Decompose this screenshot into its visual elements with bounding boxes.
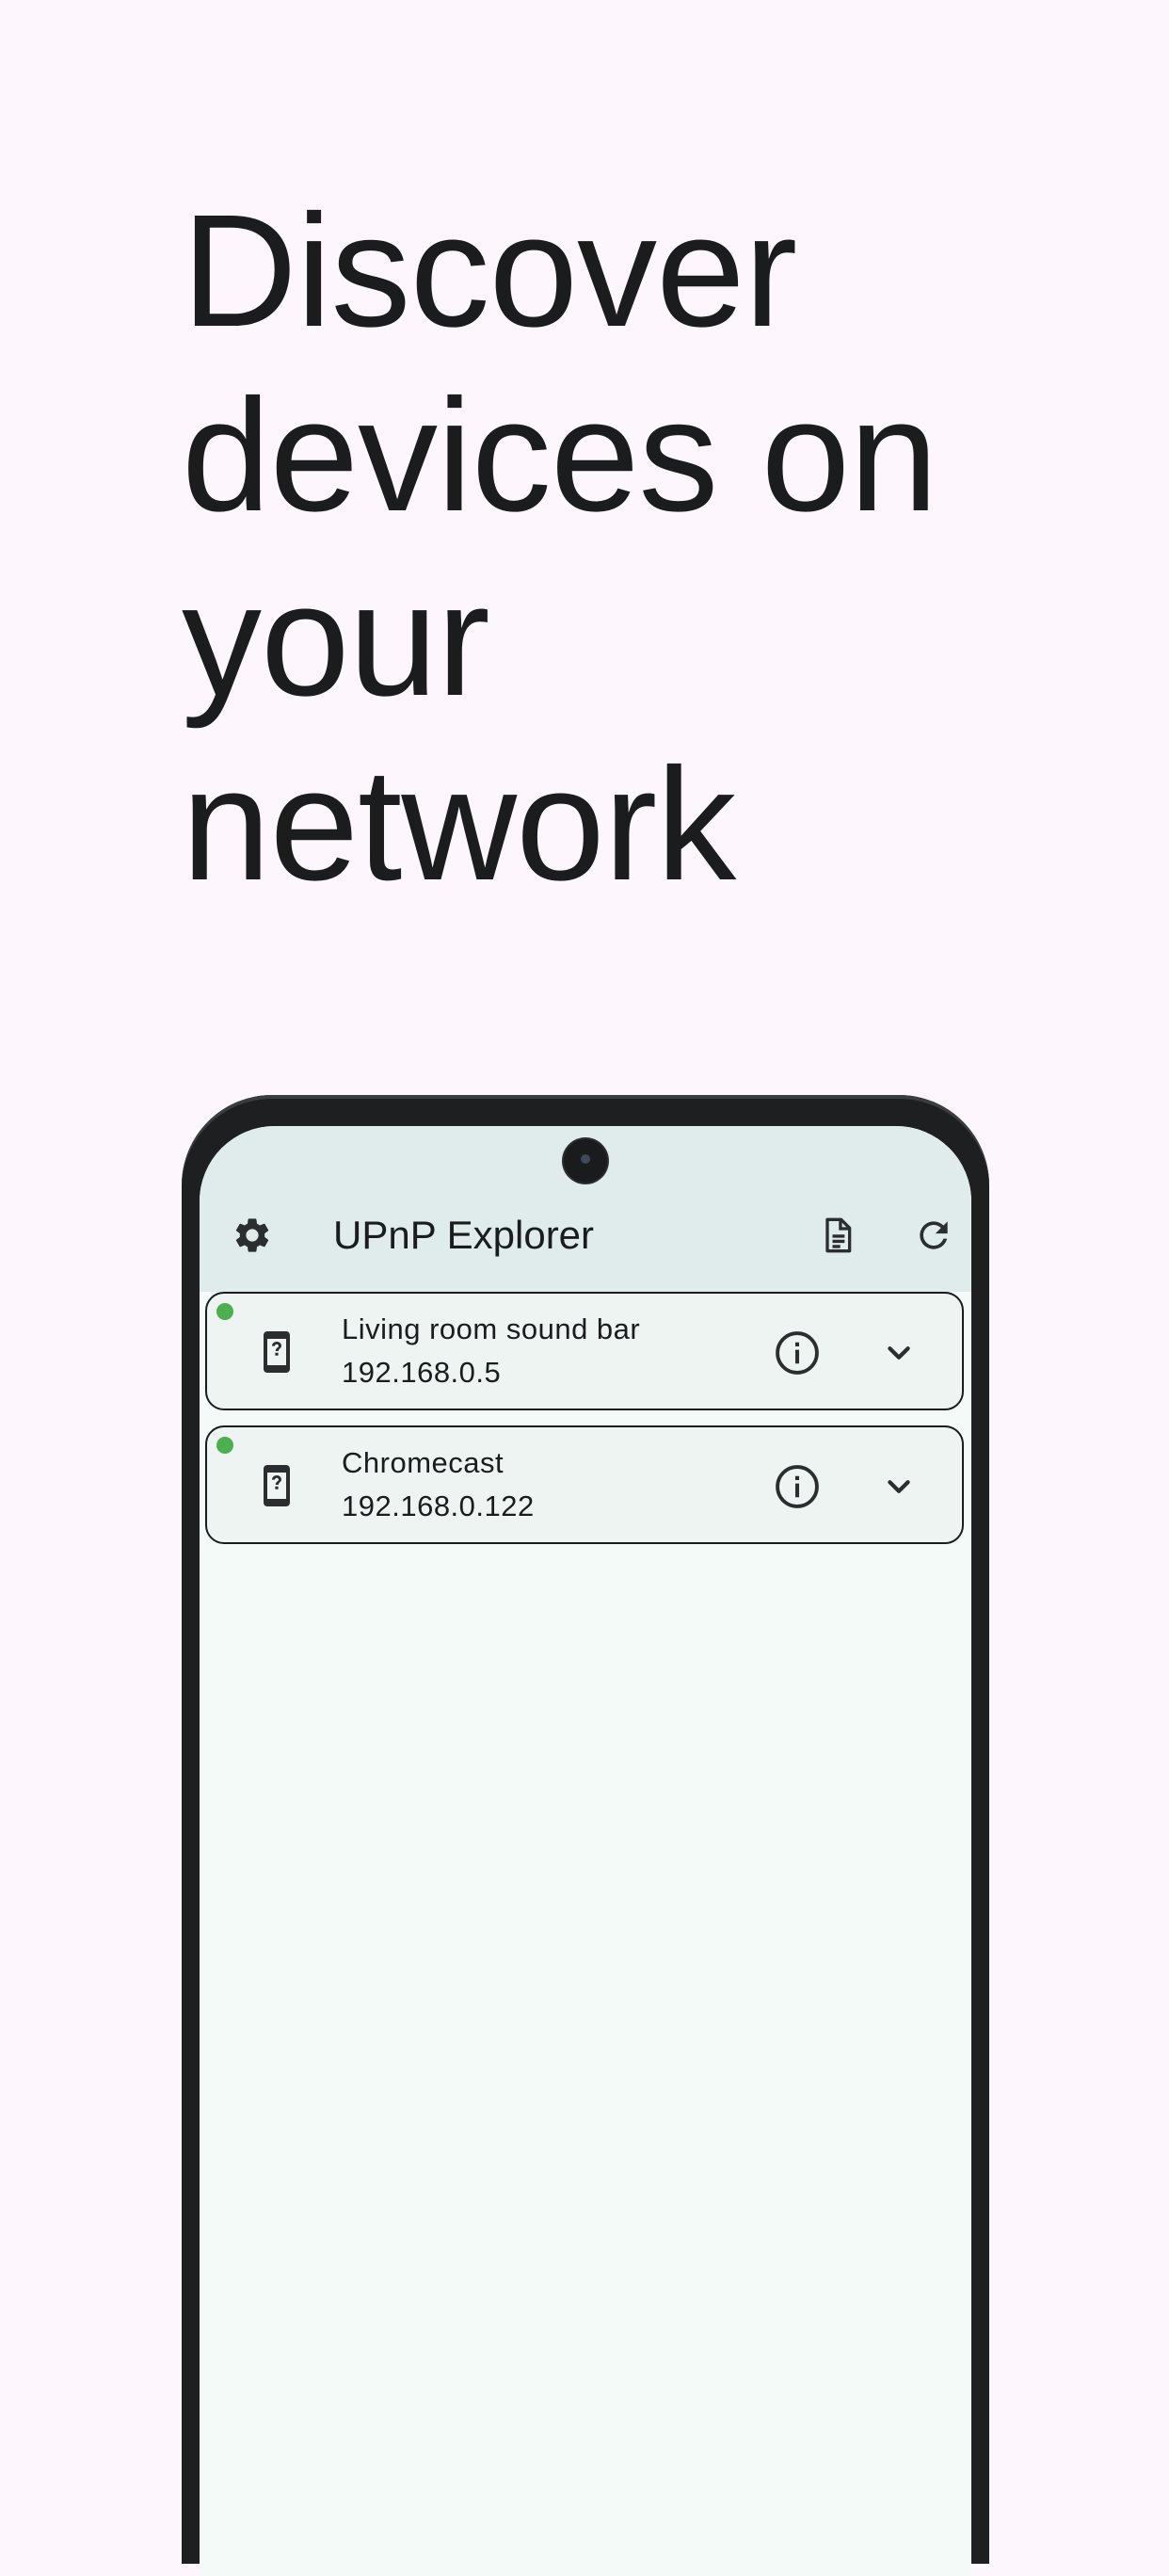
document-icon — [825, 1217, 852, 1253]
device-name: Chromecast — [342, 1446, 504, 1479]
phone-screen: UPnP Explorer Living room sound bar 192.… — [200, 1126, 971, 2576]
headline-line: Discover — [182, 182, 797, 361]
app-bar: UPnP Explorer — [200, 1126, 971, 1292]
logs-button[interactable] — [811, 1209, 864, 1262]
online-status-indicator — [216, 1303, 233, 1320]
refresh-button[interactable] — [907, 1209, 960, 1262]
device-card[interactable]: Chromecast 192.168.0.122 — [205, 1425, 964, 1544]
unknown-device-icon — [264, 1331, 290, 1373]
device-ip-address: 192.168.0.122 — [342, 1489, 535, 1522]
info-icon[interactable] — [772, 1461, 823, 1512]
chevron-down-icon[interactable] — [877, 1331, 921, 1375]
settings-button[interactable] — [226, 1209, 279, 1262]
online-status-indicator — [216, 1437, 233, 1454]
unknown-device-icon — [264, 1465, 290, 1506]
device-name: Living room sound bar — [342, 1312, 641, 1345]
chevron-down-icon[interactable] — [877, 1465, 921, 1508]
hero-headline: Discover devices on your network — [182, 179, 1029, 917]
info-icon[interactable] — [772, 1328, 823, 1378]
phone-frame: UPnP Explorer Living room sound bar 192.… — [182, 1095, 989, 2576]
device-ip-address: 192.168.0.5 — [342, 1356, 502, 1389]
refresh-icon — [920, 1221, 948, 1249]
headline-line: devices on — [182, 366, 938, 545]
app-title: UPnP Explorer — [333, 1213, 595, 1257]
device-card[interactable]: Living room sound bar 192.168.0.5 — [205, 1292, 964, 1410]
gear-icon — [235, 1218, 269, 1252]
camera-cutout — [564, 1139, 607, 1183]
headline-line: your — [182, 551, 490, 730]
headline-line: network — [182, 735, 736, 914]
